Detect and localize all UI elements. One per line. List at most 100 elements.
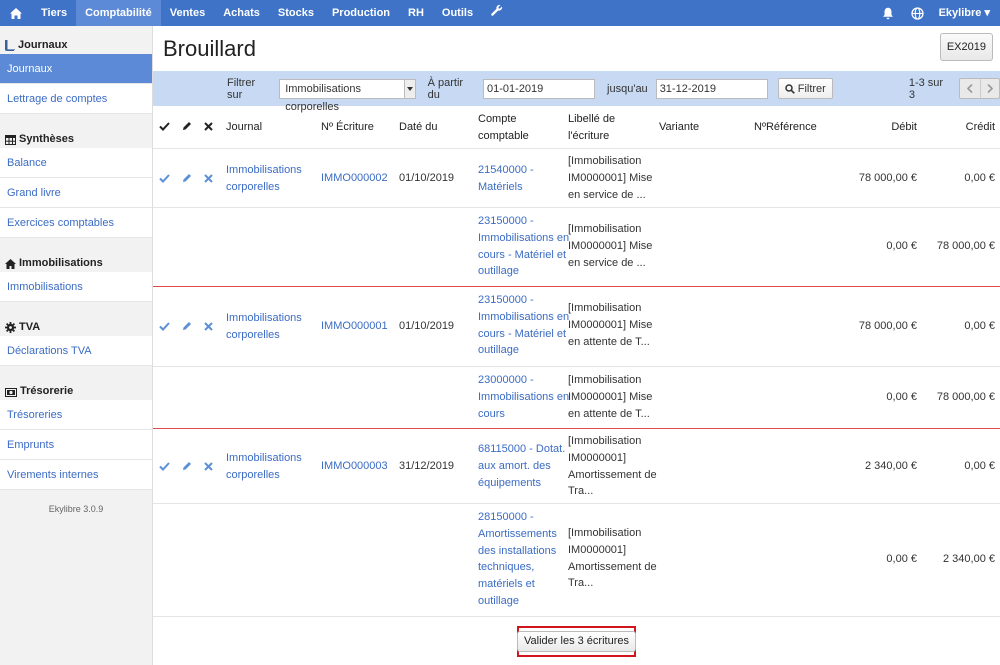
pencil-icon — [182, 121, 192, 134]
sidebar-section-tresorerie: Trésorerie — [0, 376, 152, 400]
debit-value: 2 340,00 € — [865, 460, 917, 472]
sidebar-item-grand-livre[interactable]: Grand livre — [0, 178, 152, 208]
filter-button[interactable]: Filtrer — [777, 78, 833, 99]
sidebar-item-exercices[interactable]: Exercices comptables — [0, 208, 152, 238]
language-button[interactable] — [903, 0, 933, 26]
entry-date: 31/12/2019 — [399, 460, 455, 472]
entries-table: Journal Nº Écriture Daté du Compte compt… — [153, 106, 1000, 617]
from-label: À partir du — [427, 76, 464, 101]
table-row: 28150000 - Amortissements des installation… — [153, 504, 1000, 617]
sidebar-item-journaux[interactable]: Journaux — [0, 54, 152, 84]
journal-link[interactable]: Immobilisations corporelles — [226, 310, 302, 344]
account-line: Amortissements — [478, 527, 557, 540]
app-version: Ekylibre 3.0.9 — [48, 504, 104, 514]
prev-page-button[interactable] — [960, 79, 979, 98]
delete-x-icon[interactable] — [204, 322, 213, 334]
debit-value: 78 000,00 € — [858, 172, 917, 184]
label-line: en service de ... — [568, 188, 646, 201]
sidebar-item-emprunts[interactable]: Emprunts — [0, 430, 152, 460]
header-credit[interactable]: Crédit — [966, 119, 995, 136]
nav-outils[interactable]: Outils — [433, 0, 482, 26]
account-link[interactable]: 23150000 - Immobilisations en cours - Maté… — [478, 213, 569, 280]
next-page-button[interactable] — [979, 79, 999, 98]
sidebar-item-balance[interactable]: Balance — [0, 148, 152, 178]
table-row: Immobilisations corporelles IMMO000001 01… — [153, 287, 1000, 367]
account-link[interactable]: 21540000 - Matériels — [478, 162, 534, 196]
validate-check-icon[interactable] — [159, 322, 170, 334]
entry-number-link[interactable]: IMMO000001 — [321, 318, 388, 335]
account-link[interactable]: 28150000 - Amortissements des installation… — [478, 509, 557, 610]
account-link[interactable]: 23000000 - Immobilisations en cours — [478, 372, 569, 422]
sidebar-item-immobilisations[interactable]: Immobilisations — [0, 272, 152, 302]
account-line: cours - Matériel et — [478, 327, 567, 340]
sidebar-item-virements[interactable]: Virements internes — [0, 460, 152, 490]
nav-achats[interactable]: Achats — [214, 0, 269, 26]
check-all-icon[interactable] — [159, 122, 170, 134]
section-title: Immobilisations — [19, 257, 103, 269]
journal-link-line: Immobilisations — [226, 452, 302, 464]
account-link[interactable]: 68115000 - Dotat. aux amort. des équipemen… — [478, 441, 565, 491]
account-line: 21540000 - — [478, 164, 534, 176]
nav-tiers[interactable]: Tiers — [32, 0, 76, 26]
sidebar-item-lettrage[interactable]: Lettrage de comptes — [0, 84, 152, 114]
header-journal[interactable]: Journal — [226, 119, 262, 136]
header-debit[interactable]: Débit — [891, 119, 917, 136]
entry-date: 01/10/2019 — [399, 172, 455, 184]
header-variant[interactable]: Variante — [659, 119, 699, 136]
fiscal-year-button[interactable]: EX2019 — [939, 33, 993, 61]
delete-x-icon[interactable] — [204, 174, 213, 186]
entry-number-link[interactable]: IMMO000003 — [321, 458, 388, 475]
delete-x-icon[interactable] — [204, 462, 213, 474]
settings-wrench-button[interactable] — [482, 0, 512, 26]
to-label: jusqu'au — [607, 82, 648, 95]
nav-production[interactable]: Production — [323, 0, 399, 26]
journal-link-line: Immobilisations — [226, 164, 302, 176]
from-date-input[interactable]: 01-01-2019 — [483, 78, 596, 99]
account-line: outillage — [478, 265, 519, 278]
account-link[interactable]: 23150000 - Immobilisations en cours - Maté… — [478, 292, 569, 359]
table-row: Immobilisations corporelles IMMO000002 01… — [153, 149, 1000, 208]
home-icon — [10, 7, 22, 19]
header-label[interactable]: Libellé de l'écriture — [568, 111, 615, 145]
label-line: Tra... — [568, 577, 594, 590]
nav-stocks[interactable]: Stocks — [269, 0, 323, 26]
label-line: IM0000001] Mise — [568, 171, 653, 184]
home-button[interactable] — [0, 0, 32, 26]
edit-pencil-icon[interactable] — [182, 173, 192, 186]
sidebar-item-tresoreries[interactable]: Trésoreries — [0, 400, 152, 430]
journal-select[interactable]: Immobilisations corporelles — [279, 78, 416, 113]
user-menu[interactable]: Ekylibre ▾ — [933, 0, 1000, 26]
header-number[interactable]: Nº Écriture — [321, 119, 374, 136]
header-account[interactable]: Compte comptable — [478, 111, 529, 145]
nav-comptabilite[interactable]: Comptabilité — [76, 0, 161, 26]
label-line: en attente de T... — [568, 407, 650, 420]
filter-button-label: Filtrer — [797, 82, 826, 95]
journal-link-line: Immobilisations — [226, 312, 302, 324]
label-line: IM0000001] Mise — [568, 390, 653, 403]
journal-link-line: corporelles — [226, 468, 280, 481]
header-account-line: comptable — [478, 129, 529, 142]
sidebar-item-declarations-tva[interactable]: Déclarations TVA — [0, 336, 152, 366]
chevron-right-icon — [987, 84, 993, 93]
edit-pencil-icon[interactable] — [182, 321, 192, 334]
label-line: [Immobilisation — [568, 435, 642, 447]
account-line: outillage — [478, 344, 519, 357]
entry-number-link[interactable]: IMMO000002 — [321, 170, 388, 187]
label-line: [Immobilisation — [568, 223, 642, 235]
sidebar-section-immobilisations: Immobilisations — [0, 248, 152, 272]
label-line: IM0000001] Mise — [568, 318, 653, 331]
validate-entries-button[interactable]: Valider les 3 écritures — [517, 631, 636, 652]
journal-link[interactable]: Immobilisations corporelles — [226, 450, 302, 484]
entry-label: [Immobilisation IM0000001] Mise en attente… — [568, 300, 652, 350]
header-reference[interactable]: NºRéférence — [754, 119, 817, 136]
header-date[interactable]: Daté du — [399, 119, 438, 136]
journal-link[interactable]: Immobilisations corporelles — [226, 162, 302, 196]
nav-ventes[interactable]: Ventes — [161, 0, 214, 26]
edit-pencil-icon[interactable] — [182, 461, 192, 474]
notifications-button[interactable] — [873, 0, 903, 26]
nav-rh[interactable]: RH — [399, 0, 433, 26]
validate-check-icon[interactable] — [159, 174, 170, 186]
to-date-input[interactable]: 31-12-2019 — [655, 78, 768, 99]
validate-check-icon[interactable] — [159, 462, 170, 474]
account-line: cours - Matériel et — [478, 248, 567, 261]
